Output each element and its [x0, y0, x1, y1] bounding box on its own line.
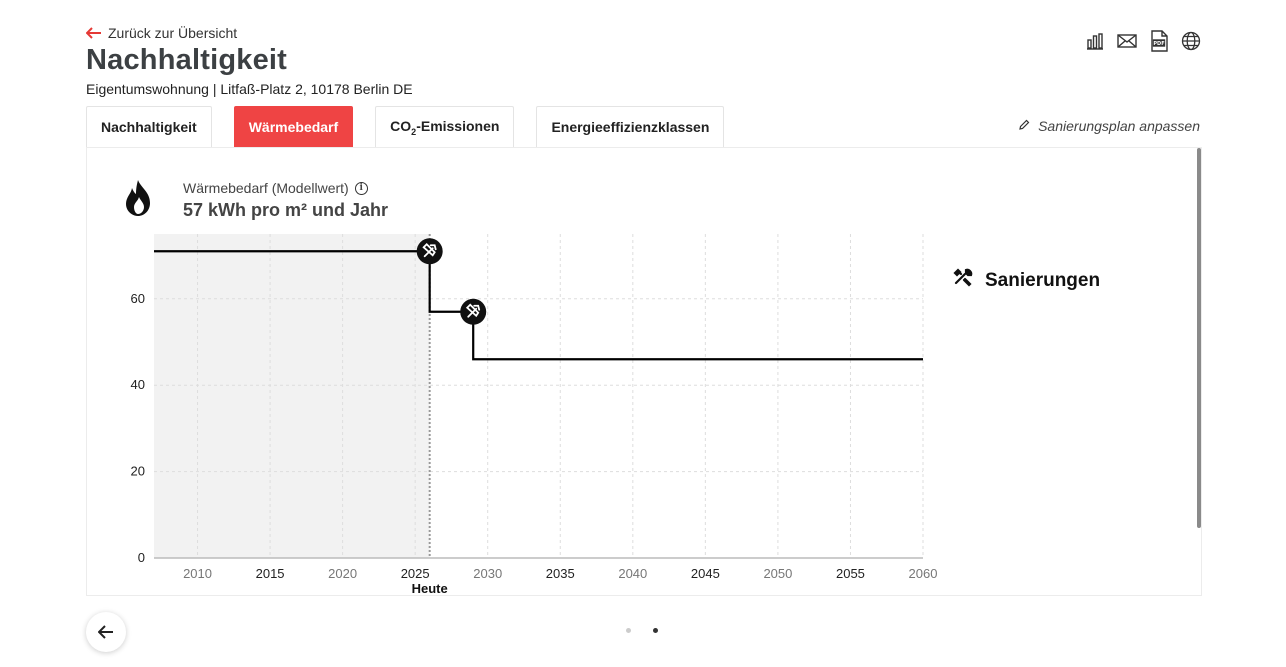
y-tick-label: 40	[131, 377, 145, 392]
scrollbar[interactable]	[1197, 148, 1201, 528]
pagination-dot[interactable]	[626, 628, 631, 633]
tab-label: Wärmebedarf	[248, 119, 339, 135]
pencil-icon	[1018, 118, 1030, 134]
bar-chart-icon[interactable]	[1084, 30, 1106, 52]
legend-label: Sanierungen	[985, 270, 1101, 291]
tab-label: Energieeffizienzklassen	[551, 119, 710, 135]
tab-waermebedarf[interactable]: Wärmebedarf	[233, 106, 354, 147]
x-tick-label: 2035	[546, 566, 575, 581]
x-tick-label: 2020	[328, 566, 357, 581]
edit-plan-label: Sanierungsplan anpassen	[1038, 118, 1200, 134]
x-tick-label: 2025	[401, 566, 430, 581]
toolbar: PDF	[1084, 30, 1202, 52]
property-address: Eigentumswohnung | Litfaß-Platz 2, 10178…	[86, 81, 413, 97]
x-tick-label: 2050	[763, 566, 792, 581]
x-tick-label: 2055	[836, 566, 865, 581]
past-period-shade	[154, 234, 430, 558]
chart-panel: Wärmebedarf (Modellwert) i 57 kWh pro m²…	[86, 147, 1202, 596]
y-tick-label: 0	[138, 550, 145, 565]
tab-co2-emissionen[interactable]: CO2-Emissionen	[375, 106, 515, 147]
pagination-dot-active[interactable]	[653, 628, 658, 633]
back-link-label: Zurück zur Übersicht	[108, 25, 238, 41]
page-title: Nachhaltigkeit	[86, 44, 288, 76]
tab-label: Nachhaltigkeit	[101, 119, 197, 135]
heat-demand-chart: 2010 2015 2020 2025 2030 2035 2040 2045 2050 2055…	[131, 234, 938, 596]
tab-label-post: -Emissionen	[416, 117, 500, 134]
x-tick-label: 2060	[909, 566, 938, 581]
pagination-dots	[626, 628, 658, 633]
x-tick-label: 2045	[691, 566, 720, 581]
edit-renovation-plan-link[interactable]: Sanierungsplan anpassen	[1018, 118, 1200, 134]
x-tick-label: 2015	[256, 566, 285, 581]
pdf-icon[interactable]: PDF	[1148, 30, 1170, 52]
tab-bar: Nachhaltigkeit Wärmebedarf CO2-Emissione…	[86, 106, 746, 147]
x-tick-label: 2040	[618, 566, 647, 581]
back-to-overview-link[interactable]: Zurück zur Übersicht	[85, 24, 238, 42]
arrow-left-icon	[85, 24, 102, 42]
tab-label-pre: CO	[390, 117, 412, 134]
tab-nachhaltigkeit[interactable]: Nachhaltigkeit	[86, 106, 212, 147]
globe-icon[interactable]	[1180, 30, 1202, 52]
previous-slide-button[interactable]	[86, 612, 126, 652]
y-tick-label: 20	[131, 464, 145, 479]
tab-label: CO2-Emissionen	[390, 118, 499, 137]
x-tick-label: 2010	[183, 566, 212, 581]
y-tick-label: 60	[131, 291, 145, 306]
today-label: Heute	[412, 581, 448, 596]
svg-text:PDF: PDF	[1153, 41, 1164, 47]
tab-energieeffizienzklassen[interactable]: Energieeffizienzklassen	[536, 106, 725, 147]
x-tick-label: 2030	[473, 566, 502, 581]
mail-icon[interactable]	[1116, 30, 1138, 52]
